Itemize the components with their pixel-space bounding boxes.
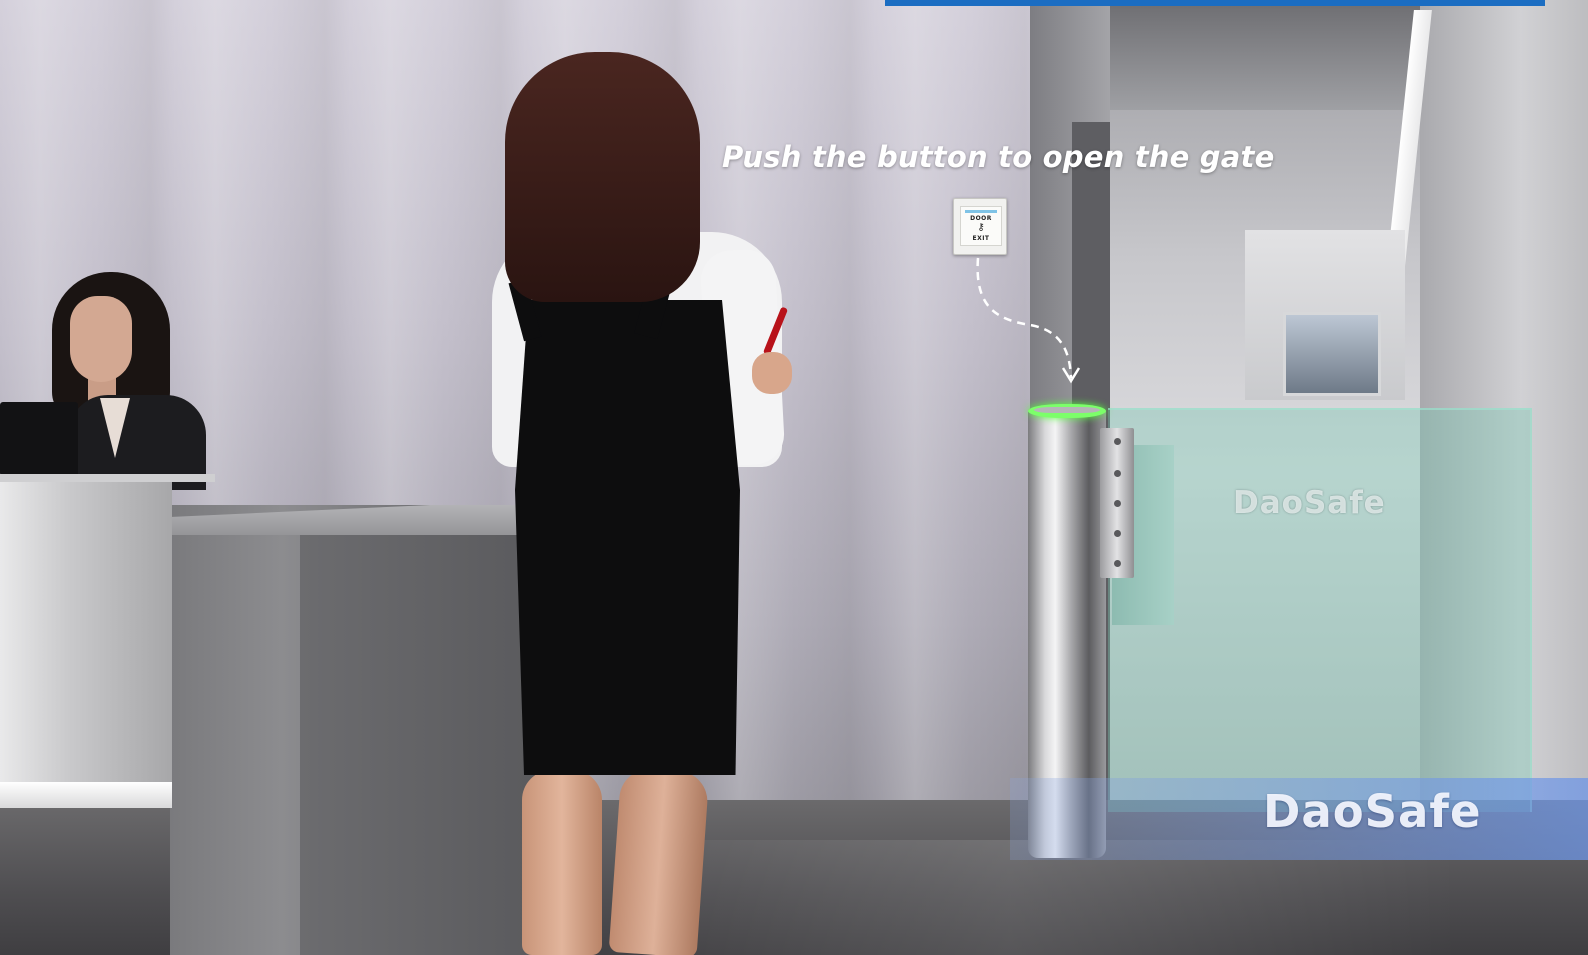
woman-right-leg <box>608 767 710 955</box>
exit-button-indicator <box>965 210 997 213</box>
gate-scene-photo: Push the button to open the gate DOOR ⚷ … <box>0 0 1588 955</box>
bracket-bolt <box>1114 530 1121 537</box>
bracket-bolt <box>1114 470 1121 477</box>
bracket-bolt <box>1114 500 1121 507</box>
instruction-caption: Push the button to open the gate <box>722 140 1275 174</box>
laptop <box>0 402 78 476</box>
reception-desk-top <box>0 474 215 482</box>
far-window <box>1283 312 1381 396</box>
watermark-glass: DaoSafe <box>1233 485 1386 521</box>
exit-button-label-door: DOOR <box>970 215 992 222</box>
dashed-arrow-icon <box>976 257 1081 384</box>
swing-gate-glass-panel <box>1108 408 1532 812</box>
watermark-logo: DaoSafe <box>1263 785 1482 838</box>
receptionist-face <box>70 296 132 382</box>
woman-hand <box>752 352 792 394</box>
exit-button-label-exit: EXIT <box>972 235 990 242</box>
exit-button-plate: DOOR ⚷ EXIT <box>960 206 1002 246</box>
top-accent-bar <box>885 0 1545 6</box>
door-exit-button[interactable]: DOOR ⚷ EXIT <box>953 198 1007 255</box>
reception-desk-front <box>0 478 172 808</box>
woman-hair <box>505 52 700 302</box>
gate-post-cap <box>1034 407 1100 413</box>
woman-left-leg <box>522 770 602 955</box>
key-icon: ⚷ <box>977 222 985 233</box>
reception-desk-light <box>0 782 172 808</box>
bracket-bolt <box>1114 438 1121 445</box>
woman-dress <box>515 300 740 775</box>
bracket-bolt <box>1114 560 1121 567</box>
reception-counter-side <box>300 530 540 955</box>
